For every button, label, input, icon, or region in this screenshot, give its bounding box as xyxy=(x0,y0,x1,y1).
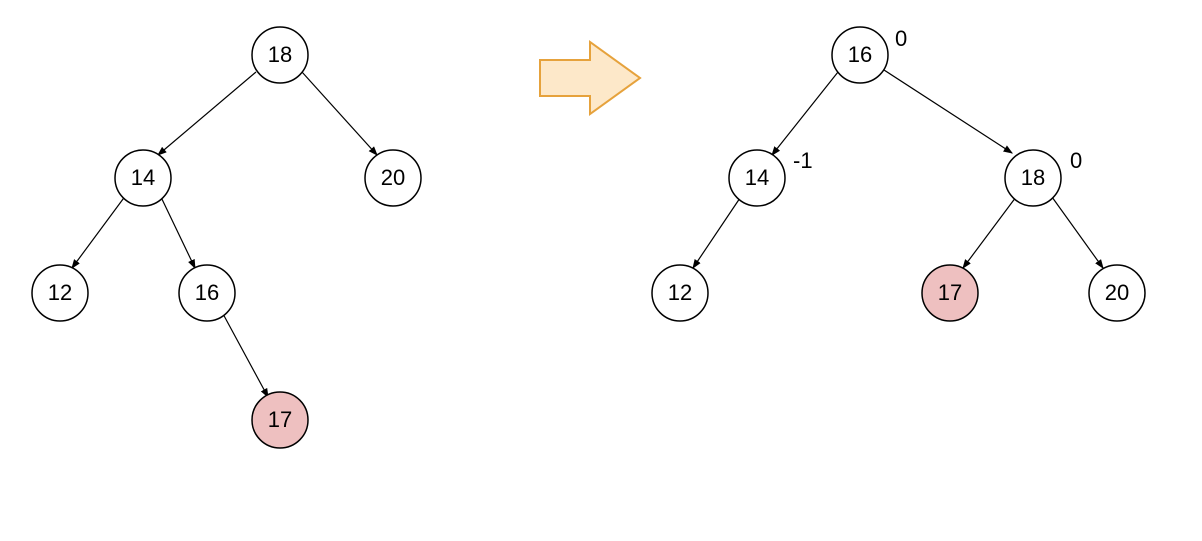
node-value: 12 xyxy=(48,280,72,305)
node-value: 17 xyxy=(938,280,962,305)
node-value: 18 xyxy=(1021,165,1045,190)
tree-node-highlight: 17 xyxy=(252,392,308,448)
tree-node: 12 xyxy=(652,265,708,321)
tree-node: 14 -1 xyxy=(729,148,813,206)
tree-node: 18 xyxy=(252,27,308,83)
tree-node: 20 xyxy=(365,150,421,206)
balance-factor: 0 xyxy=(895,26,907,51)
tree-node-highlight: 17 xyxy=(922,265,978,321)
balance-factor: 0 xyxy=(1070,148,1082,173)
edge xyxy=(72,195,126,268)
left-tree: 18 14 20 12 16 17 xyxy=(32,27,421,448)
edge xyxy=(772,72,838,155)
balance-factor: -1 xyxy=(793,148,813,173)
diagram-svg: 18 14 20 12 16 17 xyxy=(0,0,1202,541)
transform-arrow-icon xyxy=(540,42,640,114)
tree-node: 18 0 xyxy=(1005,148,1082,206)
edge xyxy=(160,195,195,268)
right-tree: 16 0 14 -1 18 0 12 17 20 xyxy=(652,26,1145,321)
edge xyxy=(693,198,740,268)
edge xyxy=(222,312,268,397)
edge xyxy=(302,72,377,155)
node-value: 17 xyxy=(268,407,292,432)
node-value: 16 xyxy=(848,42,872,67)
tree-node: 14 xyxy=(115,150,171,206)
edge xyxy=(158,72,256,155)
node-value: 12 xyxy=(668,280,692,305)
tree-node: 16 xyxy=(179,265,235,321)
tree-node: 20 xyxy=(1089,265,1145,321)
diagram-root: 18 14 20 12 16 17 xyxy=(0,0,1202,541)
edge xyxy=(963,197,1016,268)
node-value: 16 xyxy=(195,280,219,305)
tree-node: 12 xyxy=(32,265,88,321)
node-value: 14 xyxy=(745,165,769,190)
node-value: 14 xyxy=(131,165,155,190)
tree-node: 16 0 xyxy=(832,26,907,83)
node-value: 20 xyxy=(381,165,405,190)
node-value: 18 xyxy=(268,42,292,67)
edge xyxy=(1052,197,1103,268)
edge xyxy=(884,70,1012,153)
node-value: 20 xyxy=(1105,280,1129,305)
